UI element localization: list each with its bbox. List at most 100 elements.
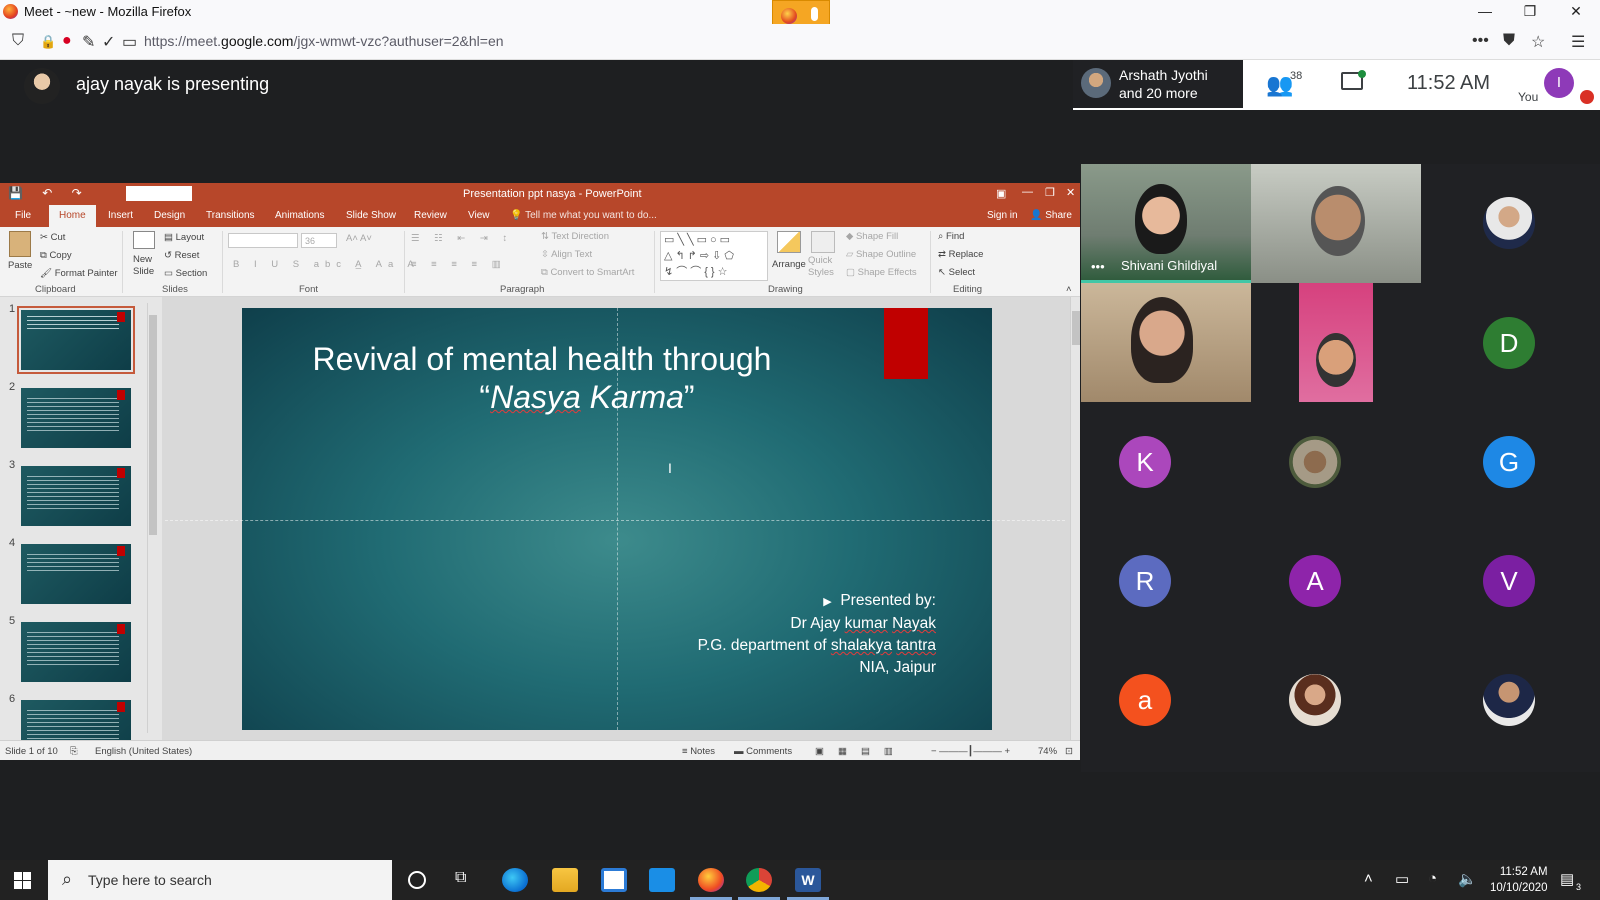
- tab-file[interactable]: File: [15, 210, 31, 221]
- tab-insert[interactable]: Insert: [108, 210, 133, 221]
- arrange-button[interactable]: Arrange: [772, 259, 806, 270]
- shape-outline-button[interactable]: ▱ Shape Outline: [846, 249, 916, 260]
- mail-icon[interactable]: [649, 868, 675, 892]
- slide-thumbnail-1[interactable]: [17, 306, 135, 374]
- close-window-button[interactable]: ✕: [1553, 0, 1599, 24]
- minimize-button[interactable]: —: [1462, 0, 1508, 24]
- view-buttons[interactable]: ▣▦▤▥: [815, 746, 907, 757]
- wifi-icon[interactable]: ◔: [1428, 870, 1437, 887]
- url-field[interactable]: https://meet.google.com/jgx-wmwt-vzc?aut…: [144, 33, 504, 49]
- task-view-icon[interactable]: ⧉: [455, 869, 466, 887]
- language-status[interactable]: English (United States): [95, 746, 192, 757]
- tab-review[interactable]: Review: [414, 210, 447, 221]
- store-icon[interactable]: [601, 868, 627, 892]
- microphone-permission-icon[interactable]: ●: [62, 32, 72, 50]
- ppt-minimize-button[interactable]: —: [1022, 186, 1033, 198]
- align-buttons[interactable]: ≡ ≡ ≡ ≡ ▥: [411, 259, 507, 270]
- cut-button[interactable]: ✂ Cut: [40, 232, 65, 243]
- more-options-icon[interactable]: •••: [1091, 259, 1105, 274]
- section-button[interactable]: ▭ Section: [164, 268, 207, 279]
- find-button[interactable]: ⌕ Find: [938, 231, 964, 242]
- ppt-restore-button[interactable]: ❐: [1045, 186, 1055, 199]
- shape-fill-button[interactable]: ◆ Shape Fill: [846, 231, 898, 242]
- participant-tile-1[interactable]: ••• Shivani Ghildiyal: [1081, 164, 1251, 283]
- firefox-taskbar-icon[interactable]: [698, 868, 724, 892]
- slide-thumbnail-6[interactable]: [21, 700, 131, 740]
- slide-thumbnail-5[interactable]: [21, 622, 131, 682]
- page-actions-icon[interactable]: •••: [1472, 32, 1489, 50]
- font-grow-icon[interactable]: A˄ A˅: [346, 233, 372, 244]
- slide-thumbnail-3[interactable]: [21, 466, 131, 526]
- tab-transitions[interactable]: Transitions: [206, 210, 255, 221]
- tray-overflow-icon[interactable]: ˄: [1364, 870, 1373, 887]
- file-explorer-icon[interactable]: [552, 868, 578, 892]
- thumbnails-scrollbar[interactable]: [147, 303, 157, 733]
- ppt-close-button[interactable]: ✕: [1066, 186, 1075, 199]
- participant-initial-d[interactable]: D: [1483, 317, 1535, 369]
- paste-button[interactable]: Paste: [8, 260, 32, 271]
- participant-initial-v[interactable]: V: [1483, 555, 1535, 607]
- collapse-ribbon-icon[interactable]: ˄: [1066, 284, 1072, 295]
- ribbon-display-icon[interactable]: ▣: [996, 187, 1006, 200]
- tray-clock[interactable]: 11:52 AM 10/10/2020: [1490, 864, 1548, 896]
- align-text-button[interactable]: ⇳ Align Text: [541, 249, 592, 260]
- quick-styles-button[interactable]: Quick Styles: [808, 255, 838, 279]
- qat-customize-box[interactable]: [126, 186, 192, 201]
- notes-button[interactable]: ≡ Notes: [682, 746, 715, 757]
- windows-start-icon[interactable]: [14, 872, 31, 889]
- new-slide-button[interactable]: New Slide: [133, 254, 159, 278]
- notifications-icon[interactable]: ▤: [1560, 870, 1574, 888]
- participant-photo-avatar[interactable]: [1289, 674, 1341, 726]
- participant-initial-g[interactable]: G: [1483, 436, 1535, 488]
- select-button[interactable]: ↖ Select: [938, 267, 975, 278]
- shapes-gallery[interactable]: ▭╲╲▭○▭ △↰↱⇨⇩⬠ ↯⌒⌒{}☆: [660, 231, 768, 281]
- reset-button[interactable]: ↺ Reset: [164, 250, 199, 261]
- sign-in-link[interactable]: Sign in: [987, 210, 1018, 221]
- scroll-thumb[interactable]: [1072, 311, 1080, 345]
- slide-thumbnail-4[interactable]: [21, 544, 131, 604]
- tab-design[interactable]: Design: [154, 210, 185, 221]
- self-avatar[interactable]: I: [1544, 68, 1574, 98]
- participant-photo-avatar[interactable]: [1289, 436, 1341, 488]
- copy-button[interactable]: ⧉ Copy: [40, 250, 72, 261]
- text-direction-button[interactable]: ⇅ Text Direction: [541, 231, 609, 242]
- lock-icon[interactable]: 🔒: [40, 34, 56, 50]
- comments-button[interactable]: ▬ Comments: [734, 746, 792, 757]
- menu-icon[interactable]: ☰: [1571, 32, 1585, 52]
- participant-photo-avatar[interactable]: [1483, 197, 1535, 249]
- shield-icon[interactable]: ⛉: [12, 32, 24, 50]
- word-icon[interactable]: W: [795, 868, 821, 892]
- maximize-button[interactable]: ❐: [1507, 0, 1553, 24]
- spellcheck-icon[interactable]: ⎘: [70, 746, 78, 757]
- participant-tile-2[interactable]: [1251, 164, 1421, 283]
- font-format-buttons[interactable]: B I U S abc A̲ Aa A: [233, 259, 420, 270]
- participant-initial-r[interactable]: R: [1119, 555, 1171, 607]
- slide-title[interactable]: Revival of mental health through “Nasya …: [262, 340, 822, 416]
- tab-animations[interactable]: Animations: [275, 210, 324, 221]
- slide-thumbnail-2[interactable]: [21, 388, 131, 448]
- list-buttons[interactable]: ☰ ☷ ⇤ ⇥ ↕: [411, 233, 513, 244]
- participant-initial-k[interactable]: K: [1119, 436, 1171, 488]
- participant-initial-a-lower[interactable]: a: [1119, 674, 1171, 726]
- quick-access-toolbar[interactable]: 💾 ↶ ↷: [8, 186, 90, 200]
- pocket-icon[interactable]: ⛊: [1503, 32, 1515, 50]
- convert-smartart-button[interactable]: ⧉ Convert to SmartArt: [541, 267, 634, 278]
- shape-effects-button[interactable]: ▢ Shape Effects: [846, 267, 917, 278]
- tab-home[interactable]: Home: [49, 205, 96, 227]
- tab-slide-show[interactable]: Slide Show: [346, 210, 396, 221]
- fit-slide-icon[interactable]: ⊡: [1065, 746, 1073, 757]
- edge-icon[interactable]: [502, 868, 528, 892]
- share-button[interactable]: 👤 Share: [1030, 210, 1072, 221]
- battery-icon[interactable]: ▭: [1395, 870, 1409, 888]
- participant-initial-a[interactable]: A: [1289, 555, 1341, 607]
- participant-tile-5[interactable]: [1299, 283, 1373, 402]
- slide-body-text[interactable]: ▶ Presented by: Dr Ajay kumar Nayak P.G.…: [698, 590, 936, 679]
- zoom-slider[interactable]: − ———┃——— +: [931, 746, 1010, 757]
- autoplay-icon[interactable]: ✓: [102, 32, 115, 52]
- scroll-thumb[interactable]: [149, 315, 157, 535]
- tell-me-box[interactable]: 💡 Tell me what you want to do...: [510, 210, 657, 221]
- participant-photo-avatar[interactable]: [1483, 674, 1535, 726]
- layout-button[interactable]: ▤ Layout: [164, 232, 204, 243]
- volume-icon[interactable]: 🔈: [1458, 870, 1477, 888]
- screen-share-permission-icon[interactable]: ▭: [122, 32, 137, 52]
